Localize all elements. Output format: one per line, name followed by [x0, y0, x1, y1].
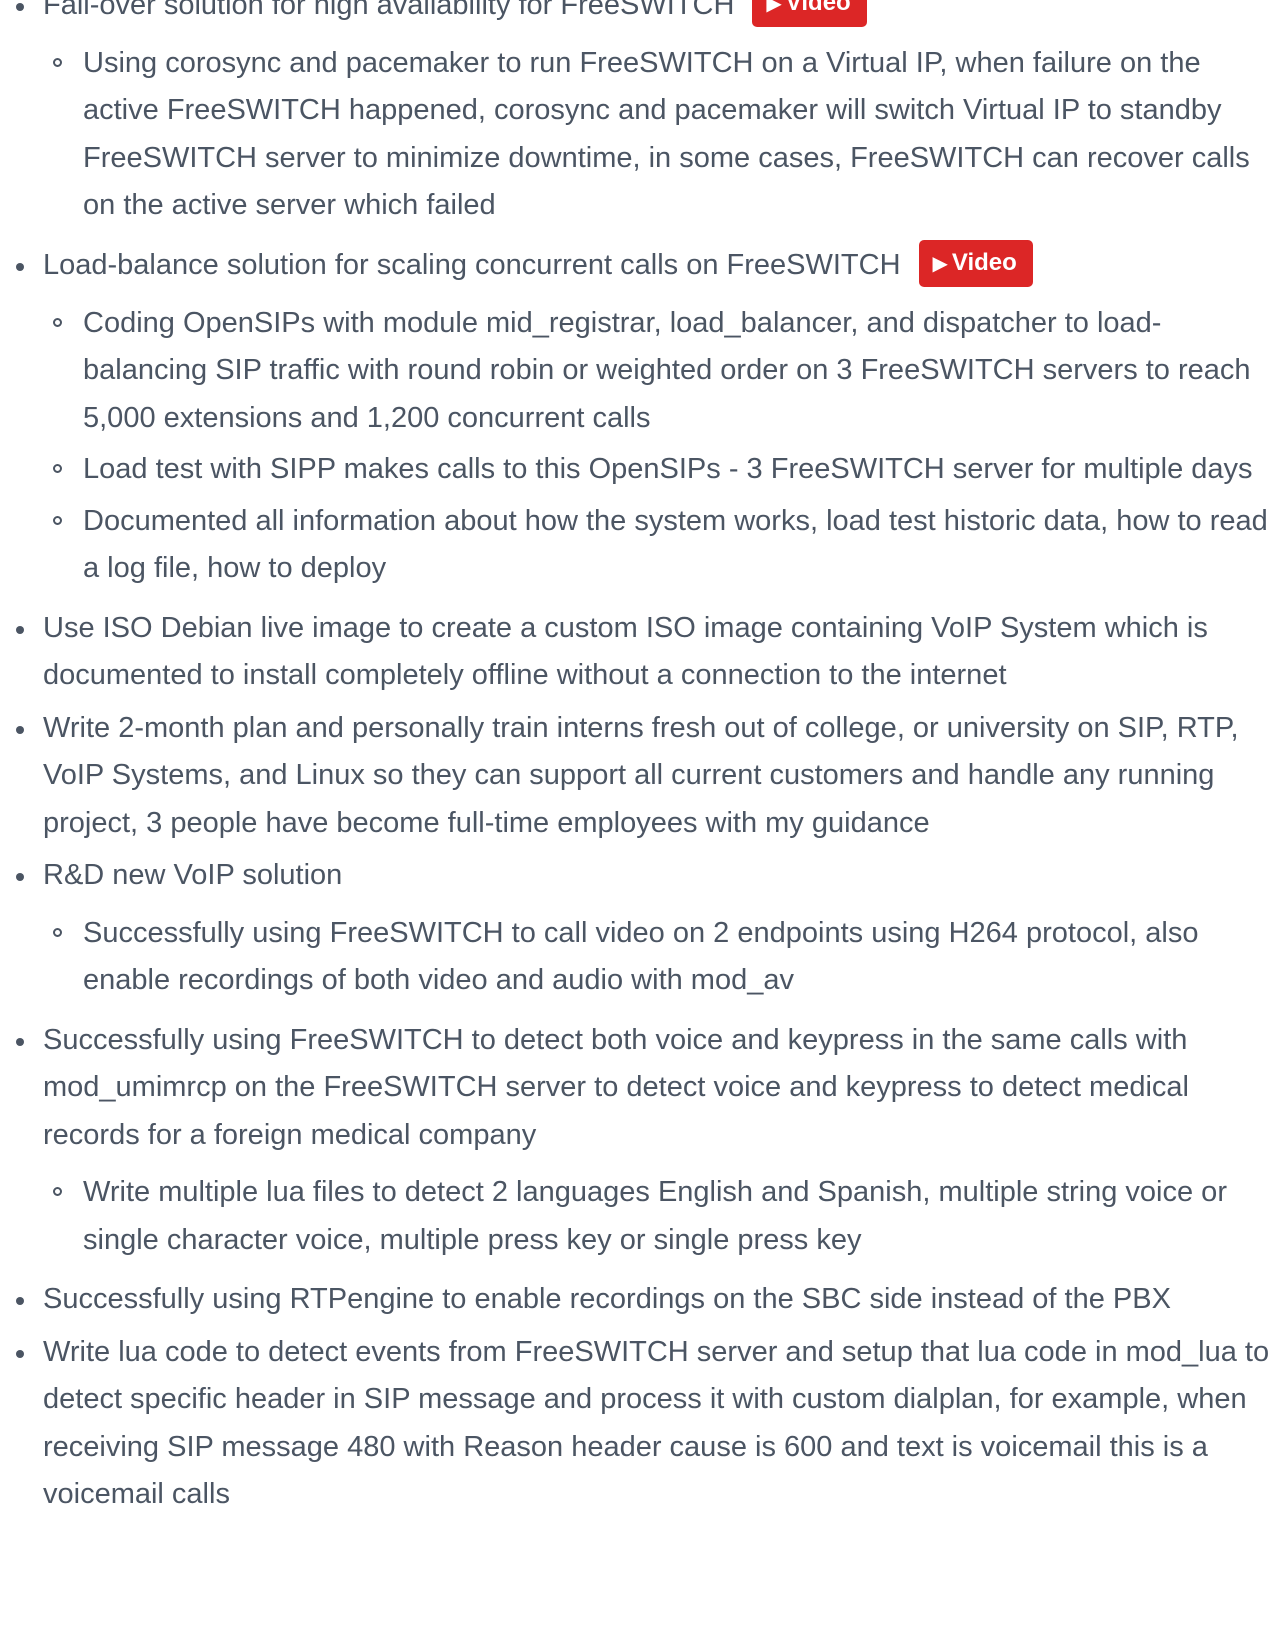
list-item-text: Successfully using FreeSWITCH to detect …	[43, 1023, 1189, 1151]
sub-list-item: Documented all information about how the…	[53, 498, 1273, 593]
experience-page: Fail-over solution for high availability…	[0, 0, 1275, 1524]
list-item-text: Write lua code to detect events from Fre…	[43, 1335, 1270, 1511]
sub-list-item: Coding OpenSIPs with module mid_registra…	[53, 300, 1273, 443]
sub-list-item: Using corosync and pacemaker to run Free…	[53, 40, 1273, 230]
video-button-label: Video	[785, 0, 851, 16]
list-item: Successfully using FreeSWITCH to detect …	[16, 1017, 1273, 1265]
list-item: Write 2-month plan and personally train …	[16, 705, 1273, 848]
list-item-text: R&D new VoIP solution	[43, 859, 343, 892]
sub-list: Successfully using FreeSWITCH to call vi…	[43, 910, 1273, 1005]
list-item-text: Load-balance solution for scaling concur…	[43, 248, 901, 281]
sub-list-item: Successfully using FreeSWITCH to call vi…	[53, 910, 1273, 1005]
play-icon: ▶	[766, 0, 782, 15]
list-item-text: Write 2-month plan and personally train …	[43, 711, 1239, 839]
experience-list: Fail-over solution for high availability…	[0, 0, 1273, 1519]
list-item-text: Successfully using RTPengine to enable r…	[43, 1283, 1171, 1316]
video-button-label: Video	[951, 248, 1017, 276]
sub-list-item: Write multiple lua files to detect 2 lan…	[53, 1169, 1273, 1264]
list-item-text: Fail-over solution for high availability…	[43, 0, 735, 21]
sub-list: Coding OpenSIPs with module mid_registra…	[43, 300, 1273, 593]
list-item: Use ISO Debian live image to create a cu…	[16, 605, 1273, 700]
list-item: Write lua code to detect events from Fre…	[16, 1329, 1273, 1519]
play-icon: ▶	[932, 252, 948, 275]
sub-list: Using corosync and pacemaker to run Free…	[43, 40, 1273, 230]
list-item: R&D new VoIP solution Successfully using …	[16, 852, 1273, 1005]
list-item-text: Use ISO Debian live image to create a cu…	[43, 611, 1208, 692]
sub-list-item: Load test with SIPP makes calls to this …	[53, 446, 1273, 494]
list-item: Load-balance solution for scaling concur…	[16, 239, 1273, 593]
list-item: Fail-over solution for high availability…	[16, 0, 1273, 230]
video-button[interactable]: ▶ Video	[752, 0, 867, 27]
list-item: Successfully using RTPengine to enable r…	[16, 1276, 1273, 1324]
video-button[interactable]: ▶ Video	[918, 239, 1033, 287]
sub-list: Write multiple lua files to detect 2 lan…	[43, 1169, 1273, 1264]
